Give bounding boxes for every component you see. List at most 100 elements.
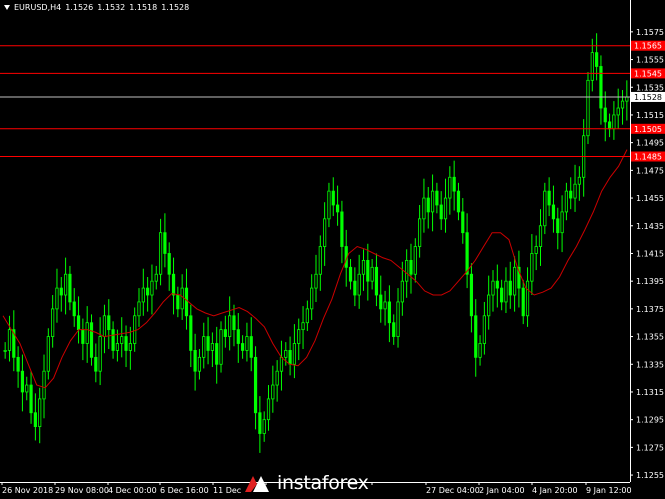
candle-body (564, 190, 569, 213)
candle-body (249, 336, 253, 358)
candle-body (72, 301, 76, 317)
y-tick-label: 1.1395 (636, 277, 664, 286)
candle-body (245, 336, 249, 351)
y-tick-label: 1.1555 (636, 56, 664, 65)
candle-body (396, 301, 400, 337)
candle-body (478, 343, 482, 358)
candle-body (525, 280, 530, 317)
candle-body (76, 315, 81, 331)
candle-body (512, 266, 517, 296)
candle-body (163, 232, 167, 254)
candle-body (68, 273, 72, 303)
candle-body (357, 273, 361, 296)
candle-body (81, 329, 85, 344)
candle-body (232, 315, 236, 331)
candle-body (482, 315, 486, 344)
candle-body (361, 259, 366, 275)
candle-body (279, 356, 284, 372)
candle-body (327, 190, 331, 220)
candle-body (258, 412, 262, 434)
candle-body (400, 280, 404, 303)
x-tick-label: 6 Dec 16:00 (160, 486, 209, 495)
candle-body (102, 315, 107, 337)
candle-body (210, 343, 214, 351)
candle-body (89, 322, 94, 358)
candle-body (137, 301, 141, 317)
candle-body (612, 114, 616, 130)
candle-body (370, 266, 374, 282)
candle-body (171, 273, 176, 296)
candle-body (379, 294, 383, 310)
candle-body (219, 329, 223, 365)
y-tick-label: 1.1415 (636, 249, 664, 258)
candle-body (508, 280, 512, 296)
candle-body (115, 343, 120, 351)
chart-title-bar: EURUSD,H4 1.1526 1.1532 1.1518 1.1528 (4, 3, 193, 12)
candle-body (3, 350, 7, 352)
candle-body (569, 190, 573, 199)
instaforex-logo-icon (245, 476, 269, 492)
candle-body (20, 370, 25, 393)
candle-body (595, 52, 599, 67)
candle-body (426, 197, 430, 213)
candle-body (418, 218, 422, 247)
candle-body (167, 253, 171, 275)
candle-body (620, 100, 625, 109)
candle-body (452, 176, 456, 192)
price-chart[interactable]: 1.1575 1.1555 1.1535 1.1515 1.1495 1.1475 1.14… (0, 0, 665, 499)
candle-body (206, 336, 210, 351)
candle-body (383, 301, 387, 310)
candle-body (228, 315, 232, 337)
candle-body (335, 204, 340, 213)
candle-body (348, 266, 353, 282)
candle-body (59, 287, 63, 296)
ohlc-close: 1.1528 (161, 3, 190, 12)
level-label: 1.1485 (634, 153, 662, 162)
x-tick-label: 29 Nov 08:00 (55, 486, 109, 495)
candle-body (176, 294, 180, 310)
ohlc-open: 1.1526 (65, 3, 94, 12)
y-tick-label: 1.1295 (636, 416, 664, 425)
candle-body (551, 204, 556, 220)
candle-body (197, 356, 202, 372)
candle-body (465, 232, 469, 275)
candle-body (448, 176, 452, 199)
candle-body (491, 280, 495, 296)
candle-body (223, 329, 227, 337)
instaforex-watermark: instaforex (243, 470, 378, 496)
y-tick-label: 1.1315 (636, 388, 664, 397)
candle-body (530, 253, 534, 282)
candle-body (556, 218, 560, 234)
candle-body (387, 301, 391, 324)
candle-body (7, 329, 12, 351)
candle-body (474, 315, 478, 358)
candle-body (599, 66, 603, 109)
ohlc-low: 1.1518 (129, 3, 158, 12)
watermark-text: instaforex (277, 472, 369, 494)
candle-body (288, 350, 292, 365)
candle-body (422, 197, 426, 220)
y-tick-label: 1.1275 (636, 443, 664, 452)
candle-body (215, 343, 219, 365)
candle-body (392, 322, 396, 337)
candle-body (534, 246, 538, 254)
y-tick-label: 1.1355 (636, 333, 664, 342)
candle-body (146, 287, 150, 296)
candle-body (292, 343, 297, 365)
candle-body (271, 384, 275, 400)
candle-body (305, 308, 309, 324)
y-tick-label: 1.1435 (636, 222, 664, 231)
candle-body (275, 370, 279, 386)
candle-body (38, 398, 42, 427)
candle-body (98, 336, 102, 372)
y-tick-label: 1.1455 (636, 194, 664, 203)
candle-body (33, 412, 37, 427)
candle-body (314, 273, 318, 289)
dropdown-triangle-icon[interactable] (4, 5, 10, 10)
y-tick-label: 1.1255 (636, 471, 664, 480)
candle-body (85, 322, 89, 344)
candle-body (150, 280, 154, 296)
y-tick-label: 1.1515 (636, 111, 664, 120)
candle-body (154, 273, 158, 282)
candle-body (29, 384, 33, 414)
